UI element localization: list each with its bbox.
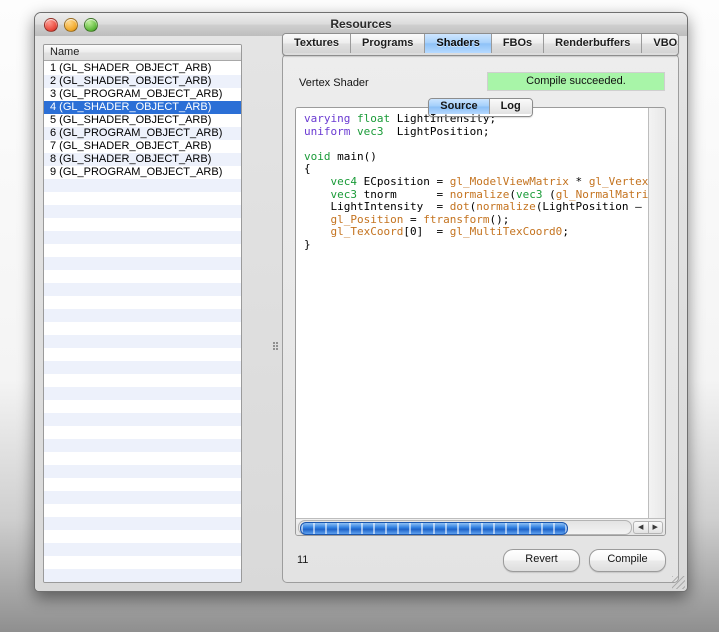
list-item[interactable]: 3 (GL_PROGRAM_OBJECT_ARB) (44, 88, 241, 101)
tab-programs[interactable]: Programs (351, 34, 425, 53)
list-item-empty[interactable] (44, 556, 241, 569)
list-item-empty[interactable] (44, 478, 241, 491)
subtab-log[interactable]: Log (490, 99, 532, 114)
list-item-empty[interactable] (44, 504, 241, 517)
splitter-grip[interactable] (273, 342, 278, 350)
list-item-empty[interactable] (44, 348, 241, 361)
list-item-empty[interactable] (44, 530, 241, 543)
resource-list-pane: Name 1 (GL_SHADER_OBJECT_ARB)2 (GL_SHADE… (43, 44, 242, 583)
window-body: Name 1 (GL_SHADER_OBJECT_ARB)2 (GL_SHADE… (35, 36, 687, 591)
window-resize-grip[interactable] (672, 576, 685, 589)
list-item[interactable]: 1 (GL_SHADER_OBJECT_ARB) (44, 62, 241, 75)
list-item-empty[interactable] (44, 491, 241, 504)
editor-horizontal-scrollbar[interactable]: ◀ ▶ (296, 518, 665, 535)
list-item-empty[interactable] (44, 387, 241, 400)
list-column-header-name[interactable]: Name (44, 45, 241, 61)
source-log-tabs: SourceLog (428, 98, 532, 117)
tab-textures[interactable]: Textures (283, 34, 351, 53)
list-item-empty[interactable] (44, 179, 241, 192)
code-text-area[interactable]: varying float LightIntensity; uniform ve… (296, 108, 649, 519)
list-item-empty[interactable] (44, 374, 241, 387)
list-item-empty[interactable] (44, 361, 241, 374)
tab-vbos[interactable]: VBOs (642, 34, 679, 53)
list-item-empty[interactable] (44, 335, 241, 348)
list-item-empty[interactable] (44, 218, 241, 231)
shader-type-label: Vertex Shader (299, 77, 369, 89)
shader-source-code[interactable]: varying float LightIntensity; uniform ve… (304, 113, 649, 252)
tab-shaders[interactable]: Shaders (425, 34, 491, 53)
list-item-empty[interactable] (44, 543, 241, 556)
subtab-source[interactable]: Source (429, 99, 489, 114)
list-item-empty[interactable] (44, 244, 241, 257)
list-item-empty[interactable] (44, 439, 241, 452)
list-item-empty[interactable] (44, 400, 241, 413)
list-item[interactable]: 9 (GL_PROGRAM_OBJECT_ARB) (44, 166, 241, 179)
window-title: Resources (35, 17, 687, 31)
compile-button[interactable]: Compile (589, 549, 666, 572)
shader-source-editor: varying float LightIntensity; uniform ve… (295, 107, 666, 536)
list-item-empty[interactable] (44, 309, 241, 322)
list-item-empty[interactable] (44, 257, 241, 270)
scroll-left-arrow-icon[interactable]: ◀ (633, 521, 649, 534)
resource-tabbar: TexturesProgramsShadersFBOsRenderbuffers… (282, 33, 679, 54)
resource-tabs: TexturesProgramsShadersFBOsRenderbuffers… (282, 33, 679, 56)
list-item[interactable]: 6 (GL_PROGRAM_OBJECT_ARB) (44, 127, 241, 140)
tab-renderbuffers[interactable]: Renderbuffers (544, 34, 642, 53)
detail-pane: Vertex Shader Compile succeeded. SourceL… (282, 44, 679, 583)
list-item-empty[interactable] (44, 465, 241, 478)
list-item-empty[interactable] (44, 270, 241, 283)
tab-fbos[interactable]: FBOs (492, 34, 544, 53)
source-log-tabbar: SourceLog (283, 98, 678, 117)
line-count-label: 11 (297, 554, 308, 566)
list-item-empty[interactable] (44, 192, 241, 205)
hscroll-arrows: ◀ ▶ (633, 521, 663, 534)
resource-list-rows[interactable]: 1 (GL_SHADER_OBJECT_ARB)2 (GL_SHADER_OBJ… (44, 62, 241, 582)
list-item[interactable]: 5 (GL_SHADER_OBJECT_ARB) (44, 114, 241, 127)
list-item-empty[interactable] (44, 231, 241, 244)
compile-status-badge: Compile succeeded. (487, 72, 665, 91)
resources-window: Resources Name 1 (GL_SHADER_OBJECT_ARB)2… (34, 12, 688, 592)
list-item-empty[interactable] (44, 322, 241, 335)
list-item[interactable]: 8 (GL_SHADER_OBJECT_ARB) (44, 153, 241, 166)
list-item-empty[interactable] (44, 205, 241, 218)
hscroll-track[interactable] (298, 520, 632, 535)
list-item-empty[interactable] (44, 517, 241, 530)
list-item-empty[interactable] (44, 426, 241, 439)
editor-vertical-scrollbar[interactable] (648, 108, 665, 519)
list-item[interactable]: 2 (GL_SHADER_OBJECT_ARB) (44, 75, 241, 88)
revert-button[interactable]: Revert (503, 549, 580, 572)
list-item[interactable]: 4 (GL_SHADER_OBJECT_ARB) (44, 101, 241, 114)
scroll-right-arrow-icon[interactable]: ▶ (649, 521, 664, 534)
list-item-empty[interactable] (44, 283, 241, 296)
list-item-empty[interactable] (44, 452, 241, 465)
tab-content-box: Vertex Shader Compile succeeded. SourceL… (282, 54, 679, 583)
hscroll-thumb[interactable] (300, 522, 568, 535)
list-item[interactable]: 7 (GL_SHADER_OBJECT_ARB) (44, 140, 241, 153)
list-item-empty[interactable] (44, 296, 241, 309)
editor-action-buttons: Revert Compile (503, 549, 666, 572)
list-item-empty[interactable] (44, 413, 241, 426)
list-item-empty[interactable] (44, 569, 241, 582)
